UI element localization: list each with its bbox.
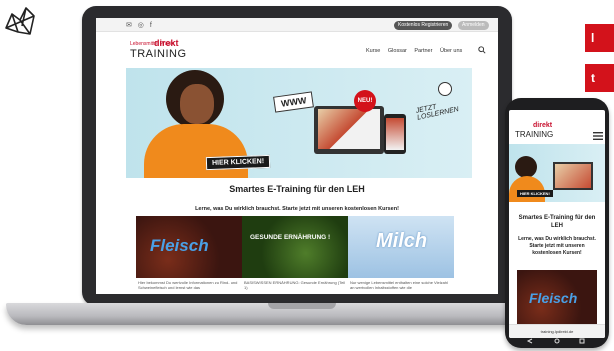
phone-page-subtitle: Lerne, was Du wirklich brauchst. Starte … <box>518 236 596 256</box>
page-title: Smartes E-Training für den LEH <box>229 184 365 194</box>
new-badge: NEU! <box>354 90 376 112</box>
mini-phone-screen <box>386 118 404 150</box>
course-text-ernaehrung: BASISWISSEN ERNÄHRUNG: Gesunde Ernährung… <box>244 280 346 290</box>
course-text-milch: Nur wenige Lebensmittel enthalten eine s… <box>350 280 448 290</box>
register-button[interactable]: Kostenlos Registrieren <box>394 21 453 30</box>
side-banner-2: t <box>585 64 614 92</box>
login-button[interactable]: Anmelden <box>458 21 489 30</box>
phone-logo-name[interactable]: TRAINING <box>515 130 553 139</box>
course-card-fleisch[interactable]: Fleisch Hier bekommst Du wertvolle Infor… <box>136 216 242 294</box>
nav-item-kurse[interactable]: Kurse <box>366 48 380 54</box>
phone-course-card-fleisch[interactable]: Fleisch <box>517 270 597 324</box>
course-card-milch[interactable]: Milch Nur wenige Lebensmittel enthalten … <box>348 216 454 294</box>
course-label-fleisch: Fleisch <box>150 236 209 255</box>
phone-hero-cta-button[interactable]: HIER KLICKEN! <box>517 190 553 197</box>
hero-cta-button[interactable]: HIER KLICKEN! <box>205 154 271 171</box>
course-image-ernaehrung: GESUNDE ERNÄHRUNG ! <box>242 216 348 278</box>
course-image-fleisch: Fleisch <box>136 216 242 278</box>
phone-logo-brand[interactable]: direkt <box>533 122 552 129</box>
woman-face <box>180 84 214 124</box>
course-label-milch: Milch <box>376 230 428 252</box>
course-label-ernaehrung: GESUNDE ERNÄHRUNG ! <box>250 234 331 241</box>
hamburger-menu-icon[interactable] <box>593 132 603 140</box>
phone-page-title: Smartes E-Training für den LEH <box>518 215 596 229</box>
phone-screen: direkt TRAINING HIER KLICKEN! Smartes E-… <box>509 110 605 338</box>
site-top-strip: ✉ ◎ f Kostenlos Registrieren Anmelden <box>96 18 498 32</box>
woman-sweater <box>144 124 248 178</box>
course-image-milch: Milch <box>348 216 454 278</box>
side-banner-2-text: t <box>591 71 595 85</box>
nav-item-glossar[interactable]: Glossar <box>388 48 407 54</box>
phone-woman-photo <box>515 156 537 178</box>
main-nav: Kurse Glossar Partner Über uns <box>366 48 468 54</box>
logo-name[interactable]: TRAINING <box>130 48 187 60</box>
phone-course-label-fleisch: Fleisch <box>529 290 578 306</box>
social-icons[interactable]: ✉ ◎ f <box>126 21 154 29</box>
laptop-notch <box>268 303 336 309</box>
wireframe-deco-icon <box>5 7 35 35</box>
logo-brand[interactable]: direkt <box>154 38 179 48</box>
lightbulb-icon <box>438 82 452 96</box>
side-banner-1: l <box>585 24 614 52</box>
mini-laptop-screen <box>318 109 380 149</box>
nav-item-ueber-uns[interactable]: Über uns <box>440 48 462 54</box>
hero-banner[interactable]: HIER KLICKEN! WWW NEU! JETZT LOSLERNEN <box>126 68 472 178</box>
course-card-ernaehrung[interactable]: GESUNDE ERNÄHRUNG ! BASISWISSEN ERNÄHRUN… <box>242 216 348 294</box>
laptop-screen: ✉ ◎ f Kostenlos Registrieren Anmelden Le… <box>96 18 498 294</box>
side-banner-1-text: l <box>591 31 595 45</box>
nav-item-partner[interactable]: Partner <box>414 48 432 54</box>
search-icon[interactable] <box>478 46 486 54</box>
page-subtitle: Lerne, was Du wirklich brauchst. Starte … <box>195 206 399 212</box>
phone-hero-banner[interactable]: HIER KLICKEN! <box>509 144 605 202</box>
www-badge: WWW <box>273 91 315 113</box>
course-text-fleisch: Hier bekommst Du wertvolle Informationen… <box>138 280 238 290</box>
site-header: Lebensmittel Praxis direkt TRAINING Kurs… <box>96 32 498 68</box>
phone-url-bar[interactable]: training.lpdirekt.de <box>509 324 605 338</box>
phone-woman-sweater <box>509 176 545 202</box>
phone-mini-laptop-screen <box>555 164 591 188</box>
jetzt-loslernen-text: JETZT LOSLERNEN <box>415 103 460 122</box>
phone-nav-bar[interactable] <box>512 338 602 344</box>
